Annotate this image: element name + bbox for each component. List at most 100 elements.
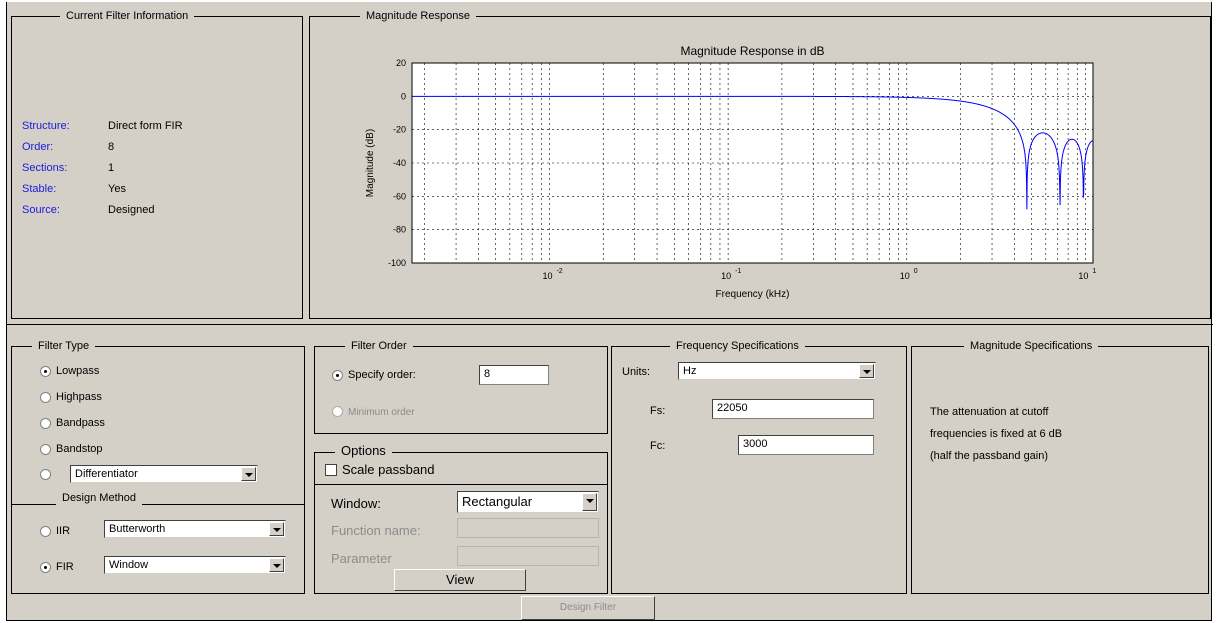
x-tick-base: 10	[900, 271, 910, 281]
info-label: Stable:	[22, 183, 57, 195]
x-tick-exponent: -2	[556, 268, 562, 275]
filter-type-other-combo[interactable]: Differentiator	[70, 465, 258, 483]
iir-label: IIR	[56, 525, 71, 537]
filter-type-label-bandpass: Bandpass	[56, 417, 105, 429]
frequency-specs-title: Frequency Specifications	[670, 339, 805, 353]
x-tick-exponent: 0	[914, 268, 918, 275]
y-tick-label: -100	[388, 258, 406, 268]
options-divider	[314, 484, 608, 485]
magnitude-response-plot[interactable]: 20 0 -20 -40 -60 -80 -100 10 -2 10 -1 10 0 10 1 Magnitu…	[310, 17, 1210, 317]
y-tick-label: 20	[396, 58, 406, 68]
info-value: Designed	[108, 204, 155, 216]
y-tick-label: -20	[393, 125, 406, 135]
current-filter-info-panel: Current Filter Information Structure: Dir…	[11, 9, 303, 319]
order-input[interactable]: 8	[479, 365, 549, 385]
window-label: Window:	[331, 496, 381, 511]
info-label: Source:	[22, 204, 60, 216]
units-combo[interactable]: Hz	[678, 362, 876, 380]
filter-order-title: Filter Order	[345, 339, 413, 353]
filter-type-radio-bandpass[interactable]	[40, 418, 51, 429]
chevron-down-icon[interactable]	[859, 364, 874, 378]
filter-type-label-lowpass: Lowpass	[56, 365, 100, 377]
info-label: Structure:	[22, 120, 70, 132]
window-combo[interactable]: Rectangular	[457, 491, 599, 513]
filter-design-window: Current Filter Information Structure: Dir…	[6, 2, 1213, 621]
y-tick-label: 0	[401, 91, 406, 101]
design-filter-button[interactable]: Design Filter	[521, 596, 655, 620]
magnitude-response-panel: Magnitude Response 20 0 -20 -40 -60 -80 -100 10…	[309, 9, 1211, 319]
magnitude-specs-panel: Magnitude Specifications The attenuation…	[911, 339, 1209, 594]
filter-type-radio-highpass[interactable]	[40, 392, 51, 403]
chevron-down-icon[interactable]	[241, 467, 256, 481]
view-button[interactable]: View	[394, 569, 526, 591]
y-tick-label: -40	[393, 158, 406, 168]
minimum-order-radio[interactable]	[332, 406, 343, 417]
magnitude-specs-line: frequencies is fixed at 6 dB	[930, 428, 1063, 440]
filter-type-panel: Filter Type Lowpass Highpass Bandpass Bands…	[11, 339, 305, 594]
y-tick-label: -60	[393, 191, 406, 201]
minimum-order-label: Minimum order	[348, 407, 415, 418]
x-tick-base: 10	[1078, 271, 1088, 281]
parameter-label: Parameter	[331, 551, 392, 566]
units-label: Units:	[622, 366, 651, 378]
iir-radio[interactable]	[40, 526, 51, 537]
x-tick-label: 10 0	[900, 268, 918, 281]
fc-input[interactable]: 3000	[738, 435, 874, 455]
frequency-specs-panel: Frequency Specifications Units: Hz Fs: 2…	[611, 339, 907, 594]
fs-input[interactable]: 22050	[712, 399, 874, 419]
iir-method-combo[interactable]: Butterworth	[104, 520, 286, 538]
fir-method-value: Window	[109, 559, 149, 571]
filter-type-other-value: Differentiator	[75, 468, 138, 480]
filter-type-title: Filter Type	[32, 339, 96, 353]
options-title: Options	[335, 444, 392, 458]
fir-label: FIR	[56, 561, 74, 573]
y-tick-label: -80	[393, 225, 406, 235]
x-tick-exponent: 1	[1092, 268, 1096, 275]
x-axis-label: Frequency (kHz)	[716, 289, 790, 300]
fc-label: Fc:	[650, 440, 666, 452]
current-filter-info-title: Current Filter Information	[60, 9, 195, 23]
window-value: Rectangular	[462, 494, 533, 509]
filter-type-radio-lowpass[interactable]	[40, 366, 51, 377]
scale-passband-label: Scale passband	[342, 462, 435, 477]
fir-method-combo[interactable]: Window	[104, 556, 286, 574]
filter-order-panel: Filter Order Specify order: 8 Minimum or…	[314, 339, 608, 434]
x-tick-label: 10 -1	[721, 268, 741, 281]
y-axis-label: Magnitude (dB)	[365, 129, 376, 197]
function-name-input[interactable]	[457, 518, 599, 538]
x-tick-base: 10	[721, 271, 731, 281]
x-tick-label: 10 1	[1078, 268, 1096, 281]
fs-label: Fs:	[650, 405, 666, 417]
design-method-title: Design Method	[56, 492, 142, 505]
magnitude-specs-line: The attenuation at cutoff	[930, 406, 1049, 418]
info-label: Order:	[22, 141, 54, 153]
chevron-down-icon[interactable]	[582, 493, 597, 511]
info-value: 8	[108, 141, 115, 153]
specify-order-radio[interactable]	[332, 370, 343, 381]
section-divider	[7, 324, 1213, 325]
filter-type-radio-bandstop[interactable]	[40, 444, 51, 455]
x-tick-label: 10 -2	[542, 268, 562, 281]
specify-order-label: Specify order:	[348, 369, 416, 381]
fir-radio[interactable]	[40, 562, 51, 573]
parameter-input[interactable]	[457, 546, 599, 566]
info-value: Yes	[108, 183, 126, 195]
function-name-label: Function name:	[331, 523, 421, 538]
options-panel: Options Scale passband Window: Rectangul…	[314, 444, 608, 594]
info-value: 1	[108, 162, 115, 174]
x-tick-exponent: -1	[735, 268, 741, 275]
chevron-down-icon[interactable]	[269, 558, 284, 572]
info-value: Direct form FIR	[108, 120, 183, 132]
magnitude-specs-line: (half the passband gain)	[930, 450, 1049, 462]
chevron-down-icon[interactable]	[269, 522, 284, 536]
filter-type-label-highpass: Highpass	[56, 391, 102, 403]
plot-title: Magnitude Response in dB	[680, 44, 824, 58]
units-value: Hz	[683, 365, 697, 377]
filter-type-label-bandstop: Bandstop	[56, 443, 103, 455]
filter-type-other-radio[interactable]	[40, 469, 51, 480]
x-tick-base: 10	[542, 271, 552, 281]
info-label: Sections:	[22, 162, 68, 174]
iir-method-value: Butterworth	[109, 523, 166, 535]
magnitude-specs-title: Magnitude Specifications	[964, 339, 1099, 353]
scale-passband-checkbox[interactable]	[325, 464, 337, 476]
